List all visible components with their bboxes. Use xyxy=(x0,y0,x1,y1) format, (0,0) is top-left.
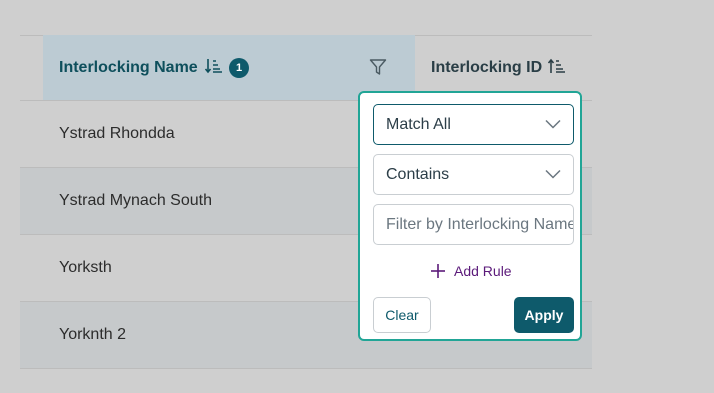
match-mode-dropdown[interactable]: Contains xyxy=(373,154,574,195)
clear-button[interactable]: Clear xyxy=(373,297,431,333)
column-header-interlocking-id[interactable]: Interlocking ID xyxy=(431,58,565,77)
plus-icon xyxy=(431,264,445,278)
dropdown-value: Contains xyxy=(386,166,450,183)
match-operator-dropdown[interactable]: Match All xyxy=(373,104,574,145)
cell-interlocking-name: Ystrad Rhondda xyxy=(59,125,175,142)
column-header-interlocking-name[interactable]: Interlocking Name 1 xyxy=(43,35,415,100)
apply-button[interactable]: Apply xyxy=(514,297,574,333)
add-rule-label: Add Rule xyxy=(454,263,512,279)
sort-descending-icon[interactable] xyxy=(205,57,223,75)
cell-interlocking-name: Yorknth 2 xyxy=(59,326,127,343)
cell-interlocking-name: Ystrad Mynach South xyxy=(59,192,212,209)
sort-ascending-icon[interactable] xyxy=(548,57,566,75)
divider xyxy=(20,368,592,369)
dropdown-value: Match All xyxy=(386,116,451,133)
filter-icon[interactable] xyxy=(369,58,387,76)
add-rule-button[interactable]: Add Rule xyxy=(430,263,512,279)
column-label: Interlocking Name xyxy=(59,59,198,76)
sort-order-badge: 1 xyxy=(229,58,249,78)
chevron-down-icon xyxy=(545,169,561,179)
column-label: Interlocking ID xyxy=(431,59,543,76)
column-filter-popup: Match All Contains Add Rule Clear Apply xyxy=(358,91,582,341)
chevron-down-icon xyxy=(545,119,561,129)
filter-value-field xyxy=(373,204,574,245)
cell-interlocking-name: Yorksth xyxy=(59,259,112,276)
filter-value-input[interactable] xyxy=(374,205,573,244)
